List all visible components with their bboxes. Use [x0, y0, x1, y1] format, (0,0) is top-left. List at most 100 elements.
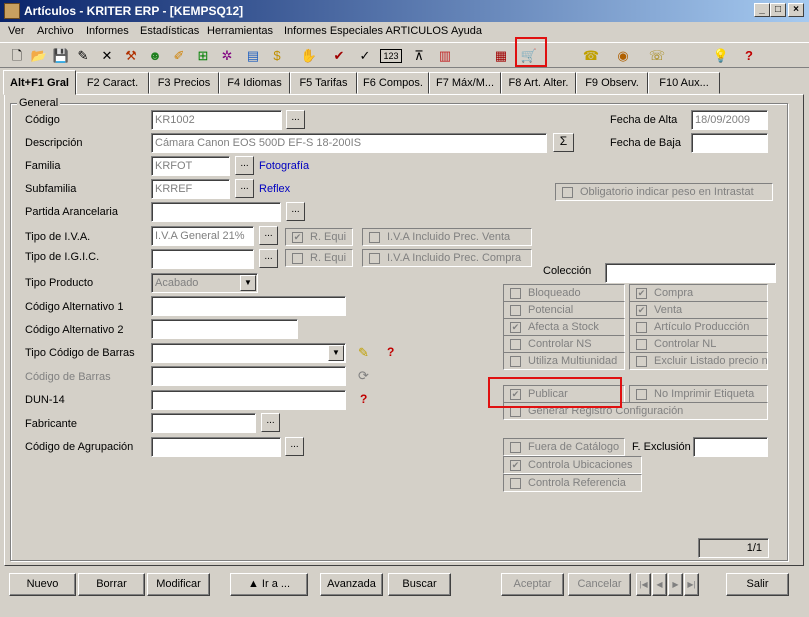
user-icon[interactable]: ☻: [146, 47, 164, 65]
menu-archivo[interactable]: Archivo: [37, 25, 74, 37]
help-icon[interactable]: ?: [360, 392, 367, 406]
fabricante-lookup-button[interactable]: ...: [261, 413, 280, 432]
potencial-checkbox[interactable]: Potencial: [503, 301, 625, 319]
buscar-button[interactable]: Buscar: [388, 573, 451, 596]
r-equi-2-checkbox[interactable]: R. Equi: [285, 249, 353, 267]
tab-art-alter[interactable]: F8 Art. Alter.: [501, 72, 576, 94]
avanzada-button[interactable]: Avanzada: [320, 573, 383, 596]
f-exclusion-field[interactable]: [693, 437, 768, 457]
fabricante-field[interactable]: [151, 413, 256, 433]
excluir-listado-checkbox[interactable]: Excluir Listado precio n: [629, 352, 768, 370]
minimize-button[interactable]: _: [754, 3, 770, 17]
eraser-icon[interactable]: ✎: [358, 345, 369, 361]
salir-button[interactable]: Salir: [726, 573, 789, 596]
no-imprimir-checkbox[interactable]: No Imprimir Etiqueta: [629, 385, 768, 403]
phone-icon[interactable]: ☎: [582, 47, 600, 65]
iva-incl-venta-checkbox[interactable]: I.V.A Incluido Prec. Venta: [362, 228, 532, 246]
help-icon[interactable]: ?: [387, 345, 394, 359]
partida-lookup-button[interactable]: ...: [286, 202, 305, 221]
tab-tarifas[interactable]: F5 Tarifas: [290, 72, 357, 94]
menu-informes[interactable]: Informes: [86, 25, 129, 37]
tipo-iva-lookup-button[interactable]: ...: [259, 226, 278, 245]
familia-lookup-button[interactable]: ...: [235, 156, 254, 175]
chevron-down-icon[interactable]: ▼: [328, 345, 344, 361]
tools-icon[interactable]: ⚒: [122, 47, 140, 65]
tipo-igic-field[interactable]: [151, 249, 254, 269]
nuevo-button[interactable]: Nuevo: [9, 573, 76, 596]
edit-icon[interactable]: ✎: [74, 47, 92, 65]
tab-caract[interactable]: F2 Caract.: [76, 72, 149, 94]
compra-checkbox[interactable]: ✔ Compra: [629, 284, 768, 302]
document-icon[interactable]: ▦: [492, 47, 510, 65]
tab-maxmin[interactable]: F7 Máx/M...: [429, 72, 501, 94]
cancelar-button[interactable]: Cancelar: [568, 573, 631, 596]
subfamilia-lookup-button[interactable]: ...: [235, 179, 254, 198]
last-record-button[interactable]: ▶|: [684, 573, 699, 596]
descripcion-field[interactable]: Cámara Canon EOS 500D EF-S 18-200IS: [151, 133, 547, 153]
money-icon[interactable]: $: [268, 47, 286, 65]
familia-field[interactable]: KRFOT: [151, 156, 230, 176]
fecha-alta-field[interactable]: 18/09/2009: [691, 110, 768, 130]
maximize-button[interactable]: □: [770, 3, 786, 17]
tab-precios[interactable]: F3 Precios: [149, 72, 219, 94]
tab-compos[interactable]: F6 Compos.: [357, 72, 429, 94]
codigo-field[interactable]: KR1002: [151, 110, 282, 130]
check-icon[interactable]: ✓: [356, 47, 374, 65]
coleccion-field[interactable]: [605, 263, 776, 283]
money-bag-icon[interactable]: ◉: [614, 47, 632, 65]
hand-icon[interactable]: ✋: [300, 47, 318, 65]
telephone-icon[interactable]: ☏: [648, 47, 666, 65]
tipo-producto-select[interactable]: Acabado ▼: [151, 273, 258, 293]
help-icon[interactable]: ?: [740, 47, 758, 65]
cod-alt2-field[interactable]: [151, 319, 298, 339]
delete-icon[interactable]: ✕: [98, 47, 116, 65]
bloqueado-checkbox[interactable]: Bloqueado: [503, 284, 625, 302]
tipo-igic-lookup-button[interactable]: ...: [259, 249, 278, 268]
network-icon[interactable]: ✲: [218, 47, 236, 65]
cod-agrupacion-lookup-button[interactable]: ...: [285, 437, 304, 456]
afecta-stock-checkbox[interactable]: ✔ Afecta a Stock: [503, 318, 625, 336]
controlar-ns-checkbox[interactable]: Controlar NS: [503, 335, 625, 353]
tipo-cod-barras-select[interactable]: ▼: [151, 343, 346, 363]
bulb-icon[interactable]: 💡: [712, 47, 730, 65]
cod-agrupacion-field[interactable]: [151, 437, 281, 457]
refresh-icon[interactable]: ⟳: [358, 368, 369, 384]
controla-referencia-checkbox[interactable]: Controla Referencia: [503, 474, 642, 492]
new-icon[interactable]: 🗋: [8, 47, 26, 65]
tab-observ[interactable]: F9 Observ.: [576, 72, 648, 94]
menu-herramientas[interactable]: Herramientas: [207, 25, 273, 37]
tab-aux[interactable]: F10 Aux...: [648, 72, 720, 94]
iva-incl-compra-checkbox[interactable]: I.V.A Incluido Prec. Compra: [362, 249, 532, 267]
ira-button[interactable]: ▲ Ir a ...: [230, 573, 308, 596]
tab-idiomas[interactable]: F4 Idiomas: [219, 72, 290, 94]
fecha-baja-field[interactable]: [691, 133, 768, 153]
obligatorio-peso-checkbox[interactable]: Obligatorio indicar peso en Intrastat: [555, 183, 773, 201]
modificar-button[interactable]: Modificar: [147, 573, 210, 596]
partida-field[interactable]: [151, 202, 281, 222]
tipo-iva-field[interactable]: I.V.A General 21%: [151, 226, 254, 246]
prev-record-button[interactable]: ◀: [652, 573, 667, 596]
menu-ayuda[interactable]: Ayuda: [451, 25, 482, 37]
numbers-icon[interactable]: 123: [380, 49, 402, 63]
multiunidad-checkbox[interactable]: Utiliza Multiunidad: [503, 352, 625, 370]
pencil-icon[interactable]: ✐: [170, 47, 188, 65]
tab-general[interactable]: Alt+F1 Gral: [3, 70, 76, 95]
borrar-button[interactable]: Borrar: [78, 573, 145, 596]
dun14-field[interactable]: [151, 390, 346, 410]
tree-icon[interactable]: ⊞: [194, 47, 212, 65]
cod-barras-field[interactable]: [151, 366, 346, 386]
articulo-produccion-checkbox[interactable]: Artículo Producción: [629, 318, 768, 336]
aceptar-button[interactable]: Aceptar: [501, 573, 564, 596]
tag-icon[interactable]: ✔: [330, 47, 348, 65]
menu-ver[interactable]: Ver: [8, 25, 25, 37]
close-button[interactable]: ×: [788, 3, 804, 17]
controlar-nl-checkbox[interactable]: Controlar NL: [629, 335, 768, 353]
books-icon[interactable]: ▤: [244, 47, 262, 65]
venta-checkbox[interactable]: ✔ Venta: [629, 301, 768, 319]
cod-alt1-field[interactable]: [151, 296, 346, 316]
filter-icon[interactable]: ⊼: [410, 47, 428, 65]
codigo-lookup-button[interactable]: ...: [286, 110, 305, 129]
r-equi-checkbox[interactable]: ✔ R. Equi: [285, 228, 353, 246]
open-icon[interactable]: 📂: [30, 47, 48, 65]
save-icon[interactable]: 💾: [52, 47, 70, 65]
